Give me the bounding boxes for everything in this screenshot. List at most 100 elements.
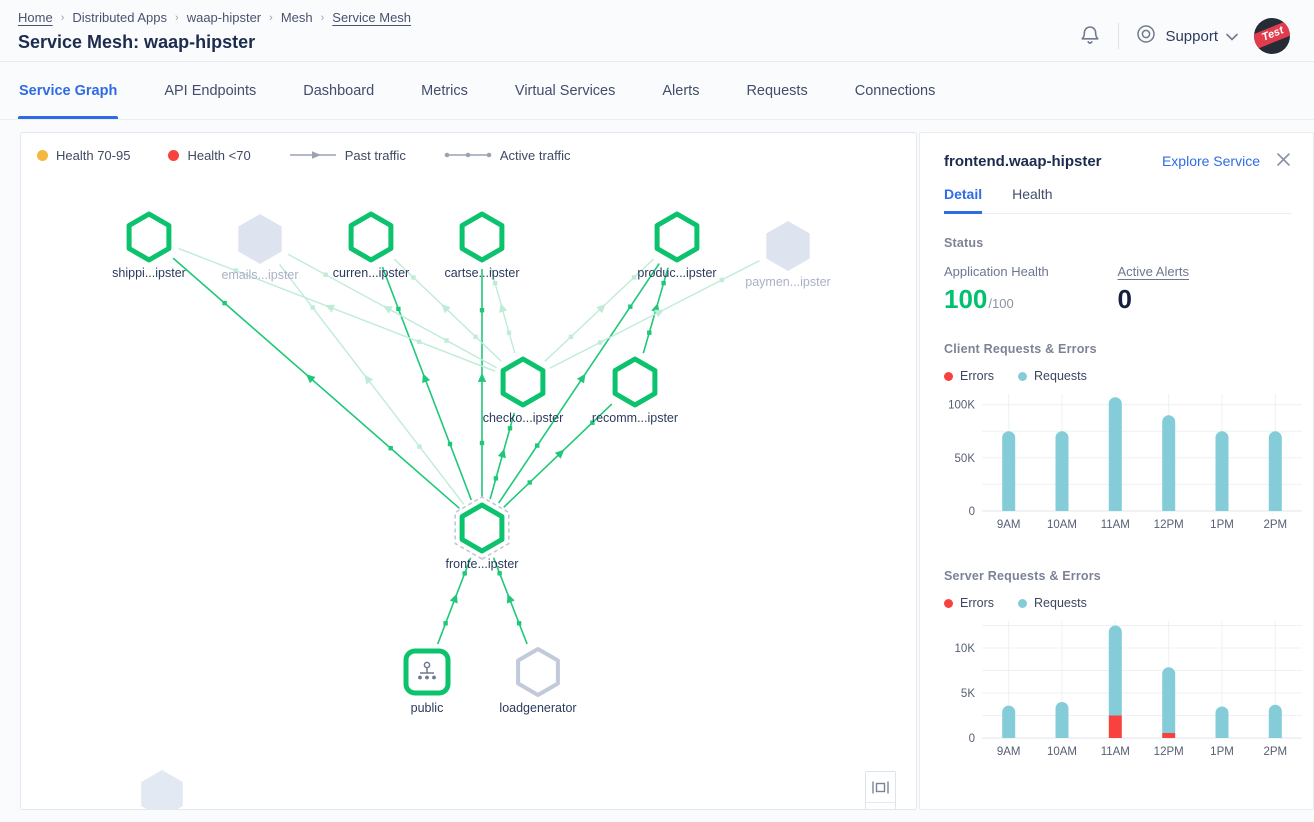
- zoom-in-button[interactable]: [866, 802, 895, 810]
- avatar-label: Test: [1254, 18, 1290, 53]
- edge-dot-icon: [535, 443, 539, 447]
- support-menu[interactable]: Support: [1135, 23, 1238, 49]
- edge-dot-icon: [417, 444, 421, 448]
- service-hexagon-icon: [351, 214, 391, 260]
- graph-edge: [382, 267, 471, 500]
- graph-node-loadgenerator[interactable]: loadgenerator: [499, 649, 576, 715]
- bar-chart-svg: 05K10K9AM10AM11AM12PM1PM2PM: [944, 614, 1310, 764]
- edge-dot-icon: [448, 442, 452, 446]
- client-chart-legend: Errors Requests: [944, 369, 1291, 383]
- explore-service-link[interactable]: Explore Service: [1162, 153, 1260, 169]
- legend-label: Health <70: [187, 148, 250, 163]
- client-requests-chart: 050K100K9AM10AM11AM12PM1PM2PM: [944, 387, 1291, 542]
- graph-node-shipping[interactable]: shippi...ipster: [112, 214, 186, 280]
- edge-dot-icon: [396, 307, 400, 311]
- chevron-down-icon: [1226, 28, 1238, 45]
- tab-service-graph[interactable]: Service Graph: [18, 62, 118, 119]
- breadcrumb-service-mesh[interactable]: Service Mesh: [332, 10, 411, 25]
- edge-dot-icon: [494, 476, 498, 480]
- node-label: recomm...ipster: [592, 411, 678, 425]
- red-health-dot-icon: [168, 150, 179, 161]
- svg-text:12PM: 12PM: [1154, 519, 1184, 531]
- edge-dot-icon: [480, 441, 484, 445]
- svg-text:0: 0: [969, 733, 975, 745]
- legend-label: Errors: [960, 369, 994, 383]
- graph-node-ghost[interactable]: [141, 770, 183, 810]
- graph-node-frontend[interactable]: fronte...ipster: [446, 497, 519, 571]
- node-label: curren...ipster: [333, 266, 409, 280]
- fit-to-screen-button[interactable]: [866, 772, 895, 802]
- lifebuoy-icon: [1135, 23, 1157, 49]
- application-health-value: 100: [944, 284, 987, 315]
- edge-dot-icon: [473, 335, 477, 339]
- svg-text:5K: 5K: [961, 688, 975, 700]
- svg-text:10AM: 10AM: [1047, 519, 1077, 531]
- tab-alerts[interactable]: Alerts: [661, 62, 700, 119]
- errors-dot-icon: [944, 599, 953, 608]
- edge-dot-icon: [222, 301, 226, 305]
- legend-past-traffic: Past traffic: [289, 148, 406, 163]
- breadcrumb-mesh[interactable]: Mesh: [281, 10, 313, 25]
- active-alerts-label[interactable]: Active Alerts: [1118, 264, 1292, 279]
- active-alerts-value: 0: [1118, 284, 1292, 315]
- legend-label: Health 70-95: [56, 148, 130, 163]
- tab-dashboard[interactable]: Dashboard: [302, 62, 375, 119]
- legend-label: Requests: [1034, 596, 1087, 610]
- graph-node-email[interactable]: emails...ipster: [221, 214, 298, 282]
- breadcrumb-separator: ›: [321, 12, 325, 24]
- service-graph-canvas: Health 70-95 Health <70 Past traffic Act…: [20, 132, 917, 810]
- service-hexagon-icon: [462, 214, 502, 260]
- breadcrumb-waap-hipster[interactable]: waap-hipster: [187, 10, 261, 25]
- bar-chart-svg: 050K100K9AM10AM11AM12PM1PM2PM: [944, 387, 1310, 537]
- edge-dot-icon: [661, 281, 665, 285]
- status-section: Status Application Health 100 /100 Activ…: [944, 236, 1291, 315]
- page-tabs: Service Graph API Endpoints Dashboard Me…: [0, 62, 1314, 120]
- graph-node-product[interactable]: produc...ipster: [637, 214, 716, 280]
- support-label: Support: [1165, 28, 1218, 45]
- graph-node-public[interactable]: public: [406, 651, 448, 715]
- service-graph[interactable]: shippi...ipster emails...ipster curren...i…: [21, 133, 916, 810]
- edge-dot-icon: [647, 331, 651, 335]
- node-label: shippi...ipster: [112, 266, 186, 280]
- avatar[interactable]: Test: [1254, 18, 1290, 54]
- edge-dot-icon: [628, 305, 632, 309]
- svg-text:9AM: 9AM: [997, 519, 1021, 531]
- legend-label: Active traffic: [500, 148, 571, 163]
- svg-text:11AM: 11AM: [1101, 746, 1130, 758]
- edge-dot-icon: [720, 278, 724, 282]
- svg-text:12PM: 12PM: [1154, 746, 1184, 758]
- edge-dot-icon: [598, 340, 602, 344]
- tab-connections[interactable]: Connections: [854, 62, 937, 119]
- status-heading: Status: [944, 236, 1291, 250]
- tab-api-endpoints[interactable]: API Endpoints: [163, 62, 257, 119]
- breadcrumb-distributed-apps[interactable]: Distributed Apps: [72, 10, 167, 25]
- panel-tab-detail[interactable]: Detail: [944, 186, 982, 213]
- graph-node-recommendation[interactable]: recomm...ipster: [592, 359, 678, 425]
- graph-node-currency[interactable]: curren...ipster: [333, 214, 409, 280]
- top-header: Home › Distributed Apps › waap-hipster ›…: [0, 0, 1314, 62]
- panel-tab-health[interactable]: Health: [1012, 186, 1052, 213]
- breadcrumb-separator: ›: [269, 12, 273, 24]
- svg-text:11AM: 11AM: [1101, 519, 1130, 531]
- tab-virtual-services[interactable]: Virtual Services: [514, 62, 616, 119]
- server-requests-section: Server Requests & Errors Errors Requests…: [944, 569, 1291, 769]
- server-requests-chart: 05K10K9AM10AM11AM12PM1PM2PM: [944, 614, 1291, 769]
- notifications-button[interactable]: [1078, 23, 1102, 50]
- panel-tabs: Detail Health: [944, 186, 1291, 214]
- tab-metrics[interactable]: Metrics: [420, 62, 469, 119]
- edge-dot-icon: [528, 480, 532, 484]
- breadcrumb-home[interactable]: Home: [18, 10, 53, 25]
- graph-node-payment[interactable]: paymen...ipster: [745, 221, 830, 289]
- graph-zoom-controls: [865, 771, 896, 810]
- tab-requests[interactable]: Requests: [745, 62, 808, 119]
- svg-text:1PM: 1PM: [1210, 519, 1234, 531]
- graph-node-cart[interactable]: cartse...ipster: [444, 214, 519, 280]
- legend-label: Errors: [960, 596, 994, 610]
- close-panel-button[interactable]: [1276, 152, 1291, 170]
- edge-arrow-icon: [364, 375, 373, 385]
- edge-dot-icon: [443, 621, 447, 625]
- page-title: Service Mesh: waap-hipster: [18, 32, 411, 53]
- svg-text:10K: 10K: [955, 643, 976, 655]
- arrow-line-icon: [289, 148, 337, 163]
- graph-node-checkout[interactable]: checko...ipster: [483, 359, 564, 425]
